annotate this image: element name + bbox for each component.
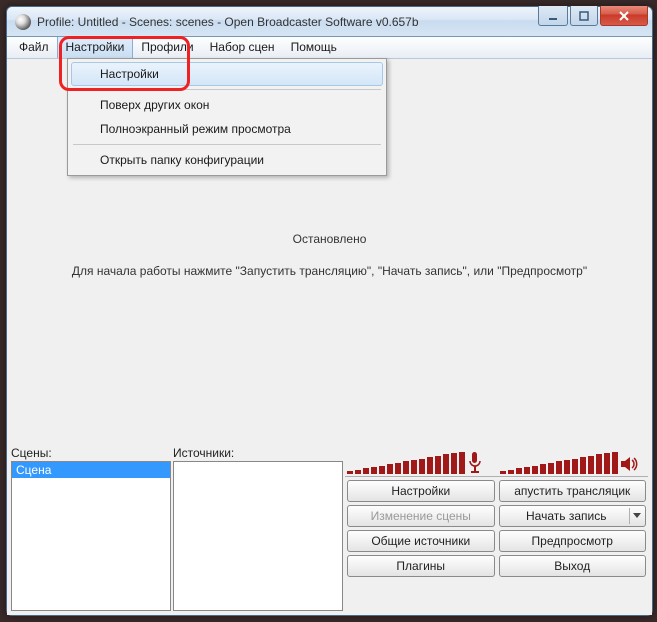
meter-bar	[596, 454, 602, 474]
meter-bar	[612, 452, 618, 474]
controls-panel: Настройки апустить трансляцик Изменение …	[345, 446, 648, 611]
scenes-panel: Сцены: Сцена	[11, 446, 171, 611]
settings-button[interactable]: Настройки	[347, 480, 495, 502]
meter-bar	[443, 454, 449, 474]
window-title: Profile: Untitled - Scenes: scenes - Ope…	[37, 15, 538, 29]
meter-bar	[540, 464, 546, 474]
meter-bar	[419, 459, 425, 474]
meter-bar	[500, 471, 506, 474]
meter-bar	[508, 470, 514, 474]
meter-bar	[532, 466, 538, 474]
meter-bar	[355, 470, 361, 474]
dropdown-item-settings[interactable]: Настройки	[71, 62, 383, 86]
dropdown-item-open-config[interactable]: Открыть папку конфигурации	[71, 148, 383, 172]
start-record-button[interactable]: Начать запись	[499, 505, 647, 527]
menu-profiles[interactable]: Профили	[133, 37, 201, 58]
meter-bar	[604, 453, 610, 474]
global-sources-button[interactable]: Общие источники	[347, 530, 495, 552]
microphone-icon	[467, 452, 483, 474]
settings-dropdown: Настройки Поверх других окон Полноэкранн…	[67, 58, 387, 176]
menu-help[interactable]: Помощь	[283, 37, 345, 58]
plugins-button[interactable]: Плагины	[347, 555, 495, 577]
meter-bar	[580, 457, 586, 474]
meter-bar	[459, 452, 465, 474]
scene-edit-button[interactable]: Изменение сцены	[347, 505, 495, 527]
meter-bar	[387, 464, 393, 474]
sources-label: Источники:	[173, 446, 343, 460]
mic-meter	[347, 452, 494, 474]
maximize-icon	[579, 11, 589, 21]
dropdown-item-fullscreen-preview[interactable]: Полноэкранный режим просмотра	[71, 117, 383, 141]
audio-meters	[345, 446, 648, 476]
meter-bar	[371, 467, 377, 474]
menu-file[interactable]: Файл	[11, 37, 57, 58]
chevron-down-icon[interactable]	[629, 508, 643, 524]
close-button[interactable]	[600, 6, 648, 26]
meter-bar	[588, 456, 594, 474]
close-icon	[618, 11, 630, 21]
sources-listbox[interactable]	[173, 461, 343, 611]
meter-bar	[451, 453, 457, 474]
meter-bar	[363, 468, 369, 474]
meter-bar	[403, 461, 409, 474]
speaker-icon	[620, 454, 640, 474]
meter-bar	[564, 460, 570, 474]
dropdown-separator	[73, 89, 381, 90]
meter-bar	[556, 461, 562, 474]
app-icon	[15, 14, 31, 30]
minimize-button[interactable]	[538, 6, 568, 26]
maximize-button[interactable]	[570, 6, 598, 26]
window-controls	[538, 6, 648, 26]
meter-bar	[524, 467, 530, 474]
meter-bar	[516, 468, 522, 474]
scenes-label: Сцены:	[11, 446, 171, 460]
dropdown-separator	[73, 144, 381, 145]
meter-bar	[411, 460, 417, 474]
menu-settings[interactable]: Настройки	[57, 37, 134, 58]
meter-bar	[427, 457, 433, 474]
sources-panel: Источники:	[173, 446, 343, 611]
titlebar: Profile: Untitled - Scenes: scenes - Ope…	[7, 7, 652, 37]
hint-text: Для начала работы нажмите "Запустить тра…	[72, 264, 587, 278]
status-text: Остановлено	[293, 232, 367, 246]
scenes-listbox[interactable]: Сцена	[11, 461, 171, 611]
bottom-panel: Сцены: Сцена Источники:	[11, 446, 648, 611]
start-stream-button[interactable]: апустить трансляцик	[499, 480, 647, 502]
meter-bar	[379, 466, 385, 474]
exit-button[interactable]: Выход	[499, 555, 647, 577]
button-grid: Настройки апустить трансляцик Изменение …	[345, 476, 648, 577]
meter-bar	[435, 456, 441, 474]
minimize-icon	[548, 11, 558, 21]
meter-bar	[548, 463, 554, 474]
meter-bar	[347, 471, 353, 474]
menu-scene-collection[interactable]: Набор сцен	[202, 37, 283, 58]
meter-bar	[572, 459, 578, 474]
menubar: Файл Настройки Профили Набор сцен Помощь	[7, 37, 652, 59]
dropdown-item-always-on-top[interactable]: Поверх других окон	[71, 93, 383, 117]
preview-button[interactable]: Предпросмотр	[499, 530, 647, 552]
list-item[interactable]: Сцена	[12, 462, 170, 478]
speaker-meter	[500, 452, 647, 474]
meter-bar	[395, 463, 401, 474]
